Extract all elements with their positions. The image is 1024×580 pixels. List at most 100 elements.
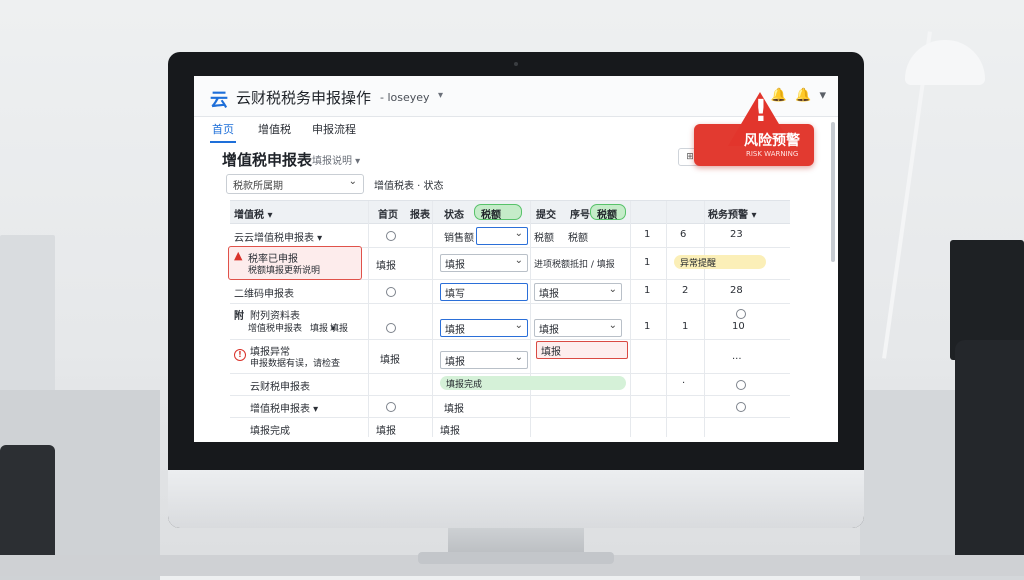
row-radio[interactable] <box>736 402 746 412</box>
chevron-down-icon: ⌄ <box>514 255 523 266</box>
row-name[interactable]: 增值税申报表 <box>248 321 302 334</box>
cell-number: 1 <box>644 285 651 296</box>
row-radio[interactable] <box>386 231 396 241</box>
column-divider <box>432 201 433 437</box>
table-header: 增值税 ▾ 首页 报表 状态 税额 提交 序号 税额 税务预警 ▾ <box>230 201 790 224</box>
tab-filing-process[interactable]: 申报流程 <box>312 121 356 137</box>
chevron-down-icon: ⌄ <box>514 320 523 331</box>
row-radio[interactable] <box>386 402 396 412</box>
row-name: 附 <box>234 311 244 322</box>
cell-number: 23 <box>730 229 743 240</box>
camera-icon <box>514 62 518 66</box>
column-divider <box>666 201 667 437</box>
cell-label: 销售额 <box>444 233 474 244</box>
monitor-foot <box>418 552 614 564</box>
cell-number: 1 <box>644 257 651 268</box>
error-icon: ! <box>234 349 246 361</box>
chevron-down-icon: ⌄ <box>608 284 617 295</box>
column-header: 提交 <box>536 210 556 221</box>
row-radio[interactable] <box>736 309 746 319</box>
row-description: 申报数据有误，请检查 <box>250 359 341 369</box>
success-pill: 填报完成 <box>440 376 626 390</box>
row-radio[interactable] <box>386 287 396 297</box>
page-title: 增值税申报表 <box>222 151 313 169</box>
row-select[interactable]: 填报 ⌄ <box>440 254 528 272</box>
period-select-value: 税款所属期 <box>233 181 283 192</box>
row-select[interactable]: 填报 ⌄ <box>440 351 528 369</box>
row-description: 税额填报更新说明 <box>248 266 321 276</box>
risk-alert-badge[interactable]: ! 风险预警 RISK WARNING <box>694 88 816 172</box>
cell-number: 2 <box>682 285 689 296</box>
row-radio[interactable] <box>386 323 396 333</box>
chevron-down-icon: ⌄ <box>348 176 357 187</box>
status-pill: 税额 <box>474 204 522 221</box>
status-pill: 税额 <box>590 204 626 221</box>
period-select[interactable]: 税款所属期 ⌄ <box>226 174 364 194</box>
exclamation-icon: ! <box>754 94 768 129</box>
row-name[interactable]: 增值税申报表 ▾ <box>250 400 318 415</box>
page-subtitle[interactable]: 填报说明 ▾ <box>312 152 360 167</box>
account-chevron-icon[interactable]: ▾ <box>819 88 826 103</box>
chevron-down-icon: ⌄ <box>514 352 523 363</box>
row-name[interactable]: 二维码申报表 <box>234 285 294 300</box>
row-divider <box>230 395 790 396</box>
row-divider <box>230 373 790 374</box>
cell-more[interactable]: ... <box>732 351 742 362</box>
tab-vat[interactable]: 增值税 <box>258 121 291 137</box>
background-lamp <box>905 40 985 85</box>
column-divider <box>368 201 369 437</box>
user-menu-chevron-icon[interactable]: ▾ <box>438 90 443 101</box>
background-shelf <box>0 235 55 405</box>
column-header: 报表 <box>410 210 430 221</box>
row-select[interactable]: 填报 ⌄ <box>534 319 622 337</box>
row-select[interactable]: ⌄ <box>476 227 528 245</box>
row-select[interactable]: 填报 ⌄ <box>440 319 528 337</box>
row-name[interactable]: 云财税申报表 <box>250 378 310 393</box>
cell-dot: · <box>682 378 686 389</box>
cell-label: 填报 <box>380 355 400 366</box>
column-header: 序号 <box>570 210 590 221</box>
tab-home[interactable]: 首页 <box>212 121 234 137</box>
column-header: 首页 <box>378 210 398 221</box>
vertical-scrollbar[interactable] <box>831 122 835 262</box>
warning-pill: 异常提醒 <box>674 255 766 269</box>
row-radio[interactable] <box>736 380 746 390</box>
risk-alert-label: 风险预警 <box>744 133 800 149</box>
user-name[interactable]: - loseyey <box>380 91 430 104</box>
row-name[interactable]: 云云增值税申报表 ▾ <box>234 229 322 244</box>
cell-value: 进项税额抵扣 / 填报 <box>534 260 615 270</box>
chevron-down-icon: ⌄ <box>608 320 617 331</box>
cell-number: 1 <box>644 321 651 332</box>
cell-number: 1 <box>644 229 651 240</box>
row-input[interactable]: 填写 <box>440 283 528 301</box>
cell-label: 填报 <box>440 426 460 437</box>
active-tab-indicator <box>210 141 236 143</box>
cell-label: 填报 <box>330 324 349 334</box>
cell-label: 填报 <box>376 261 396 272</box>
row-divider <box>230 339 790 340</box>
cell-label: 填报 <box>444 404 464 415</box>
cell-number: 1 <box>682 321 689 332</box>
risk-alert-sublabel: RISK WARNING <box>746 150 799 158</box>
column-header[interactable]: 税务预警 ▾ <box>708 206 757 221</box>
column-divider <box>704 201 705 437</box>
row-select[interactable]: 填报 ⌄ <box>534 283 622 301</box>
row-name[interactable]: 填报完成 <box>250 422 290 437</box>
cell-number: 10 <box>732 321 745 332</box>
error-input[interactable]: 填报 <box>536 341 628 359</box>
row-divider <box>230 417 790 418</box>
cell-number: 28 <box>730 285 743 296</box>
column-header: 状态 <box>444 210 464 221</box>
vat-table: 增值税 ▾ 首页 报表 状态 税额 提交 序号 税额 税务预警 ▾ 云云增值税申… <box>228 200 790 437</box>
column-header[interactable]: 增值税 ▾ <box>234 206 273 221</box>
row-name[interactable]: 附列资料表 <box>250 307 300 322</box>
monitor-chin <box>168 470 864 528</box>
background-chair-right <box>955 340 1024 576</box>
filter-label: 增值税表 · 状态 <box>374 181 444 192</box>
column-divider <box>630 201 631 437</box>
warning-icon: ▲ <box>234 249 243 262</box>
cell-value: 税额 <box>534 233 554 244</box>
cell-label: 填报 <box>376 426 396 437</box>
cell-value: 税额 <box>568 233 588 244</box>
row-divider <box>230 303 790 304</box>
